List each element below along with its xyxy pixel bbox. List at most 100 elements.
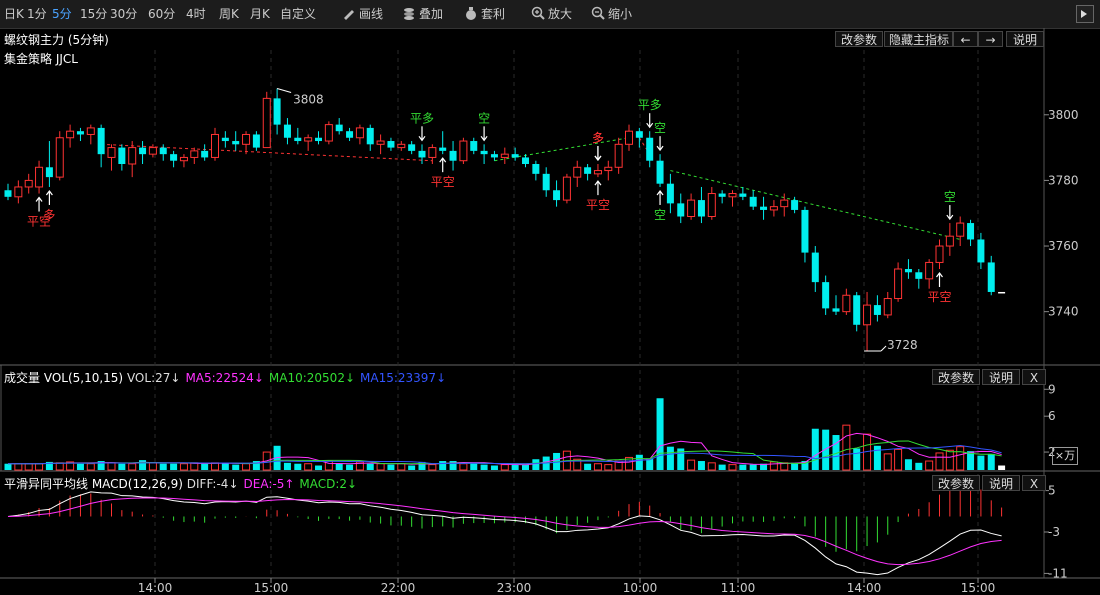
candle — [697, 186, 705, 224]
candle-body — [366, 127, 374, 145]
candle — [128, 141, 137, 178]
volume-bar — [707, 462, 716, 471]
volume-bar — [480, 464, 488, 470]
button-params[interactable]: 改参数 — [835, 31, 883, 47]
candle-body — [294, 137, 302, 142]
signal-label: 空 — [944, 190, 956, 204]
candle-body — [346, 131, 354, 138]
candle — [532, 160, 540, 181]
volume-bar — [656, 398, 664, 470]
candle-body — [159, 147, 167, 155]
volume-bar — [4, 463, 12, 470]
candle-body — [687, 199, 696, 217]
volume-bar — [604, 464, 613, 471]
candle-body — [635, 131, 643, 138]
price-tick-label: 3780 — [1048, 173, 1079, 187]
button-hide-main-indicator[interactable]: 隐藏主指标 — [884, 31, 953, 47]
candle-body — [593, 170, 602, 175]
volume-bar — [749, 464, 757, 470]
candle-body — [355, 127, 364, 139]
candle-body — [428, 147, 437, 158]
candle — [221, 131, 229, 148]
candle — [873, 295, 881, 322]
candle — [170, 150, 178, 168]
button-help[interactable]: 说明 — [1006, 31, 1044, 47]
candle-body — [562, 176, 571, 201]
candle — [179, 154, 188, 168]
candle-body — [863, 304, 872, 326]
candle-body — [315, 137, 322, 142]
candle — [86, 124, 95, 145]
candle-body — [86, 127, 95, 135]
time-tick-label: 14:00 — [847, 581, 882, 595]
candle — [45, 141, 53, 187]
candle — [355, 124, 364, 145]
candle-body — [283, 124, 291, 138]
candle — [739, 186, 747, 201]
volume-bar — [842, 424, 851, 471]
candle-body — [4, 190, 12, 197]
candle-body — [666, 183, 674, 204]
candle — [262, 91, 271, 149]
candle — [542, 167, 550, 197]
candle-body — [832, 308, 840, 312]
candle-body — [956, 222, 965, 237]
time-axis: 14:00 15:00 22:00 23:00 10:00 11:00 14:00 15:00 — [138, 578, 995, 595]
candle — [55, 131, 64, 181]
candle-body — [522, 157, 529, 164]
candle-body — [573, 166, 582, 178]
candle — [791, 196, 799, 214]
candle — [366, 124, 374, 151]
candle-body — [66, 130, 75, 139]
candle-body — [335, 124, 343, 132]
button-params[interactable]: 改参数 — [932, 369, 980, 385]
candle-body — [760, 206, 768, 210]
button-help[interactable]: 说明 — [982, 475, 1020, 491]
kline-chart: 380037803760374038083728多平多 空多平多空空平空多平空平空… — [0, 28, 1100, 595]
volume-bar — [883, 453, 892, 471]
candle — [211, 127, 219, 161]
candle-body — [977, 239, 985, 263]
candle-body — [55, 137, 64, 178]
candle — [408, 141, 416, 155]
price-axis: 3800 3780 3760 3740 — [1044, 108, 1079, 319]
button-close[interactable]: X — [1022, 475, 1046, 491]
volume-bar — [522, 464, 529, 470]
candle — [894, 262, 903, 302]
macd-diff-line — [7, 491, 1002, 576]
candle-body — [449, 150, 457, 161]
button-prev[interactable]: ← — [953, 31, 978, 47]
candle-body — [614, 143, 623, 168]
macd-tick-label: -3 — [1048, 525, 1060, 539]
price-tick-label: 3760 — [1048, 239, 1079, 253]
candle — [801, 206, 809, 263]
volume-bar — [148, 462, 157, 471]
candle — [760, 196, 768, 220]
candle — [283, 118, 291, 145]
time-tick-label: 11:00 — [721, 581, 756, 595]
candle — [304, 134, 313, 151]
time-tick-label: 23:00 — [497, 581, 532, 595]
candle-body — [118, 147, 126, 164]
candle-body — [221, 137, 229, 142]
volume-bar — [428, 464, 437, 471]
candle — [832, 295, 840, 315]
candle-body — [387, 141, 395, 148]
button-next[interactable]: → — [978, 31, 1003, 47]
volume-bar — [593, 463, 602, 471]
candle — [118, 144, 126, 171]
candle — [666, 173, 674, 214]
macd-dea-line — [7, 497, 1002, 566]
volume-bar — [170, 463, 178, 470]
candle-body — [677, 203, 685, 217]
candle-body — [470, 141, 478, 151]
candle-body — [511, 154, 519, 158]
candle — [625, 124, 633, 151]
button-params[interactable]: 改参数 — [932, 475, 980, 491]
volume-bar — [179, 463, 188, 471]
button-help[interactable]: 说明 — [982, 369, 1020, 385]
button-close[interactable]: X — [1022, 369, 1046, 385]
candle-body — [707, 193, 716, 217]
volume-bar — [459, 463, 468, 471]
candle-body — [873, 305, 881, 315]
